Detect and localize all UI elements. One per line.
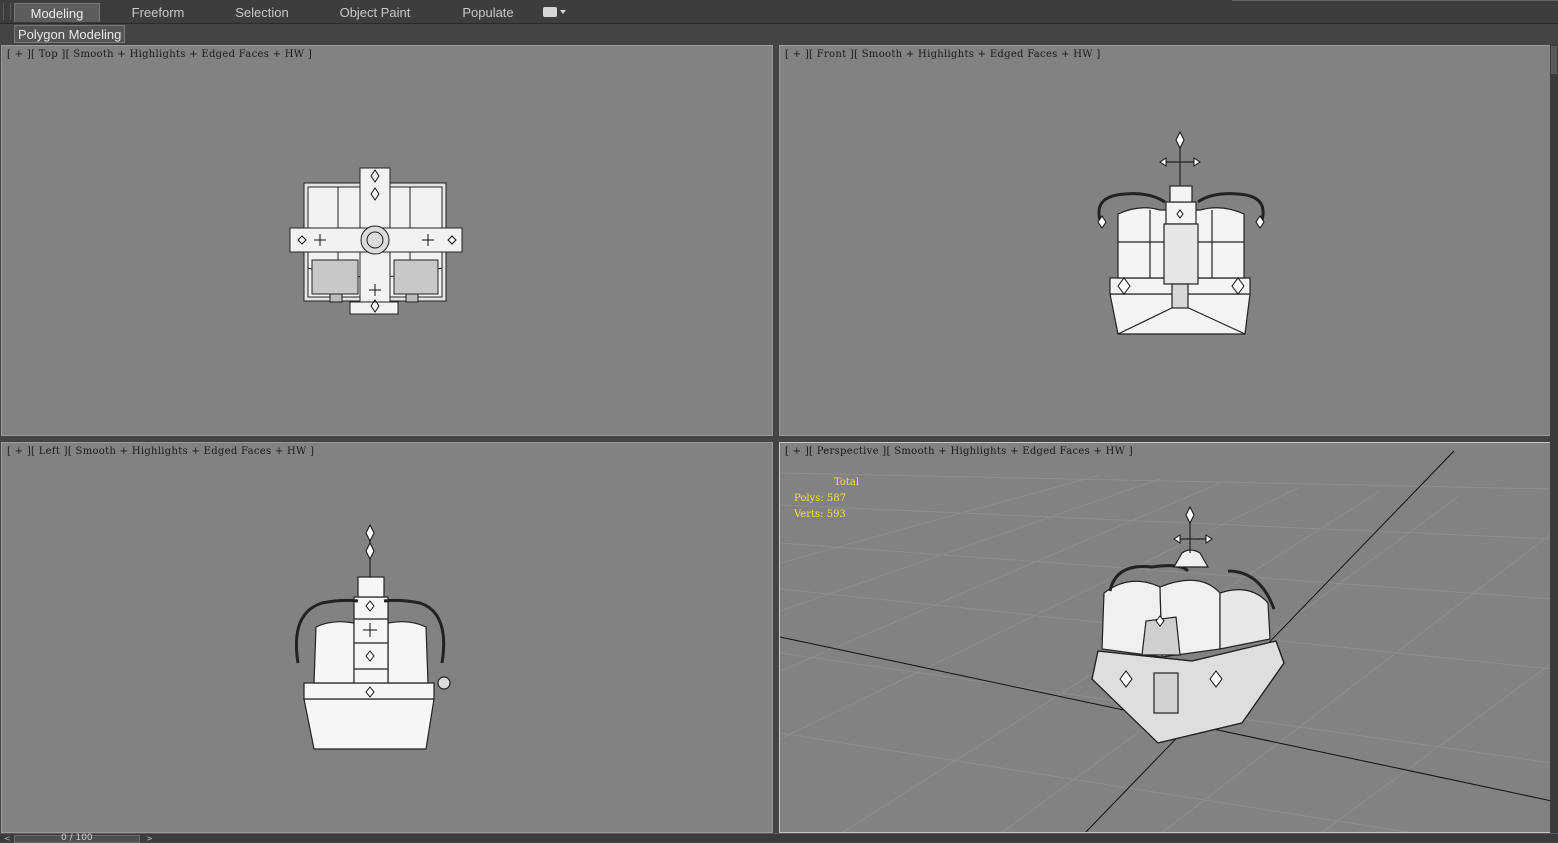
- right-scrollbar[interactable]: [1550, 44, 1558, 834]
- polygon-modeling-button[interactable]: Polygon Modeling: [14, 25, 126, 43]
- viewport-front[interactable]: [ + ][ Front ][ Smooth + Highlights + Ed…: [779, 45, 1551, 436]
- viewport-left[interactable]: [ + ][ Left ][ Smooth + Highlights + Edg…: [1, 442, 773, 833]
- scrollbar-thumb[interactable]: [1551, 46, 1557, 74]
- ribbon-options-dropdown[interactable]: [543, 6, 567, 18]
- tab-populate[interactable]: Populate: [450, 3, 526, 22]
- tab-modeling[interactable]: Modeling: [14, 3, 100, 22]
- chevron-down-icon: [560, 10, 566, 14]
- timeline-bar: < 0 / 100 >: [0, 833, 1558, 843]
- toolbar-grip[interactable]: [3, 3, 11, 20]
- crown-front-view: [1097, 130, 1265, 335]
- ribbon-options-icon: [543, 7, 557, 17]
- tab-selection[interactable]: Selection: [222, 3, 302, 22]
- ribbon-panel-bar: Polygon Modeling: [0, 24, 1558, 44]
- ribbon-tab-bar: Modeling Freeform Selection Object Paint…: [0, 0, 1558, 24]
- tab-object-paint[interactable]: Object Paint: [330, 3, 420, 22]
- perspective-scene: [780, 450, 1550, 832]
- crown-left-view: [294, 523, 451, 750]
- viewport-perspective[interactable]: [ + ][ Perspective ][ Smooth + Highlight…: [779, 442, 1551, 833]
- crown-top-view: [289, 167, 463, 315]
- tab-freeform[interactable]: Freeform: [118, 3, 198, 22]
- viewport-top[interactable]: [ + ][ Top ][ Smooth + Highlights + Edge…: [1, 45, 773, 436]
